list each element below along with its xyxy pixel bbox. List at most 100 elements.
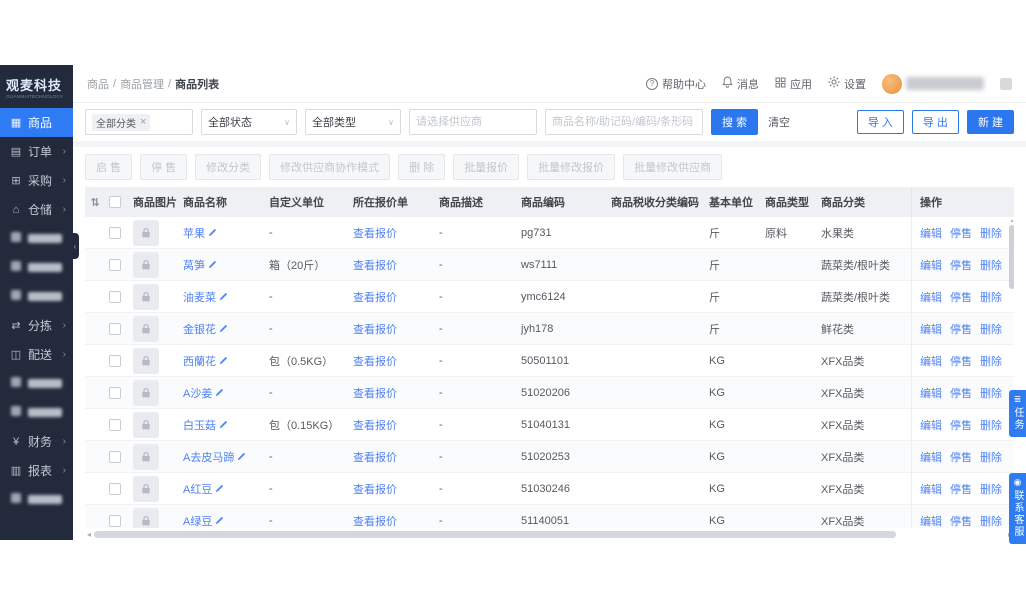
breadcrumb-item[interactable]: 商品管理 [120,76,164,92]
sidebar-item-hidden-3[interactable] [0,282,73,311]
stop-sale-link[interactable]: 停售 [950,321,972,337]
stop-sale-link[interactable]: 停售 [950,449,972,465]
category-filter[interactable]: 全部分类 × [85,109,193,135]
edit-name-icon[interactable] [215,516,224,525]
sidebar-item-hidden-4[interactable] [0,369,73,398]
edit-name-icon[interactable] [219,324,228,333]
tasks-side-tab[interactable]: ≣ 任务 [1009,390,1026,437]
breadcrumb-item[interactable]: 商品 [87,76,109,92]
sidebar-item-reports[interactable]: ▥ 报表 › [0,456,73,485]
edit-name-icon[interactable] [219,356,228,365]
bulk-action-button[interactable]: 修改供应商协作模式 [269,154,391,180]
row-checkbox[interactable] [109,450,121,463]
search-button[interactable]: 搜 索 [711,109,759,135]
column-sort-icon[interactable]: ⇅ [85,196,107,209]
edit-row-link[interactable]: 编辑 [920,225,942,241]
delete-row-link[interactable]: 删除 [980,449,1002,465]
bulk-action-button[interactable]: 修改分类 [195,154,262,180]
row-checkbox[interactable] [109,514,121,527]
product-name-link[interactable]: 莴笋 [183,257,205,273]
topbar-corner-icon[interactable] [1000,77,1012,90]
help-center-button[interactable]: ? 帮助中心 [646,76,706,92]
stop-sale-link[interactable]: 停售 [950,257,972,273]
edit-name-icon[interactable] [208,228,217,237]
delete-row-link[interactable]: 删除 [980,225,1002,241]
view-quote-link[interactable]: 查看报价 [353,353,397,369]
row-checkbox[interactable] [109,322,121,335]
row-checkbox[interactable] [109,418,121,431]
row-checkbox[interactable] [109,386,121,399]
user-account[interactable] [882,73,984,94]
stop-sale-link[interactable]: 停售 [950,289,972,305]
create-button[interactable]: 新 建 [966,110,1014,134]
delete-row-link[interactable]: 删除 [980,481,1002,497]
vertical-scroll-thumb[interactable] [1009,225,1014,289]
select-all-checkbox[interactable] [109,196,121,208]
product-image-placeholder[interactable] [133,283,159,310]
stop-sale-link[interactable]: 停售 [950,353,972,369]
row-checkbox[interactable] [109,354,121,367]
edit-row-link[interactable]: 编辑 [920,513,942,529]
view-quote-link[interactable]: 查看报价 [353,321,397,337]
sidebar-item-finance[interactable]: ¥ 财务 › [0,427,73,456]
view-quote-link[interactable]: 查看报价 [353,481,397,497]
apps-button[interactable]: 应用 [775,76,812,92]
import-button[interactable]: 导 入 [856,110,904,134]
bulk-action-button[interactable]: 停 售 [140,154,188,180]
status-select[interactable]: 全部状态 ∨ [201,109,297,135]
sidebar-item-purchase[interactable]: ⊞ 采购 › [0,166,73,195]
product-image-placeholder[interactable] [133,219,159,246]
messages-button[interactable]: 消息 [722,76,759,92]
row-checkbox[interactable] [109,226,121,239]
product-name-link[interactable]: 油麦菜 [183,289,216,305]
delete-row-link[interactable]: 删除 [980,289,1002,305]
sidebar-item-sorting[interactable]: ⇄ 分拣 › [0,311,73,340]
stop-sale-link[interactable]: 停售 [950,417,972,433]
type-select[interactable]: 全部类型 ∨ [305,109,401,135]
row-checkbox[interactable] [109,290,121,303]
product-name-link[interactable]: A红豆 [183,481,212,497]
edit-row-link[interactable]: 编辑 [920,289,942,305]
product-image-placeholder[interactable] [133,411,159,438]
contact-support-side-tab[interactable]: ◉ 联系客服 [1009,473,1026,544]
supplier-input[interactable] [409,109,537,135]
stop-sale-link[interactable]: 停售 [950,225,972,241]
sidebar-item-orders[interactable]: ▤ 订单 › [0,137,73,166]
horizontal-scrollbar[interactable]: ◂ ▸ [85,528,1014,540]
edit-name-icon[interactable] [219,420,228,429]
sidebar-item-hidden-5[interactable] [0,398,73,427]
row-checkbox[interactable] [109,258,121,271]
edit-name-icon[interactable] [219,292,228,301]
sidebar-item-goods[interactable]: ▦ 商品 [0,108,73,137]
sidebar-collapse-handle[interactable]: ‹ [71,233,79,259]
view-quote-link[interactable]: 查看报价 [353,513,397,529]
product-image-placeholder[interactable] [133,315,159,342]
view-quote-link[interactable]: 查看报价 [353,289,397,305]
delete-row-link[interactable]: 删除 [980,417,1002,433]
sidebar-item-hidden-1[interactable] [0,224,73,253]
clear-button[interactable]: 清空 [768,114,790,130]
product-image-placeholder[interactable] [133,347,159,374]
edit-row-link[interactable]: 编辑 [920,449,942,465]
product-name-link[interactable]: 白玉菇 [183,417,216,433]
edit-row-link[interactable]: 编辑 [920,353,942,369]
stop-sale-link[interactable]: 停售 [950,513,972,529]
edit-name-icon[interactable] [208,260,217,269]
delete-row-link[interactable]: 删除 [980,321,1002,337]
product-image-placeholder[interactable] [133,443,159,470]
edit-row-link[interactable]: 编辑 [920,481,942,497]
bulk-action-button[interactable]: 启 售 [85,154,133,180]
edit-name-icon[interactable] [215,388,224,397]
product-name-link[interactable]: 苹果 [183,225,205,241]
row-checkbox[interactable] [109,482,121,495]
product-image-placeholder[interactable] [133,507,159,528]
view-quote-link[interactable]: 查看报价 [353,257,397,273]
product-name-link[interactable]: A去皮马蹄 [183,449,234,465]
horizontal-scroll-track[interactable] [94,530,1005,538]
delete-row-link[interactable]: 删除 [980,257,1002,273]
stop-sale-link[interactable]: 停售 [950,385,972,401]
sidebar-item-hidden-6[interactable] [0,485,73,514]
sidebar-item-warehouse[interactable]: ⌂ 仓储 › [0,195,73,224]
stop-sale-link[interactable]: 停售 [950,481,972,497]
product-name-link[interactable]: 西蘭花 [183,353,216,369]
